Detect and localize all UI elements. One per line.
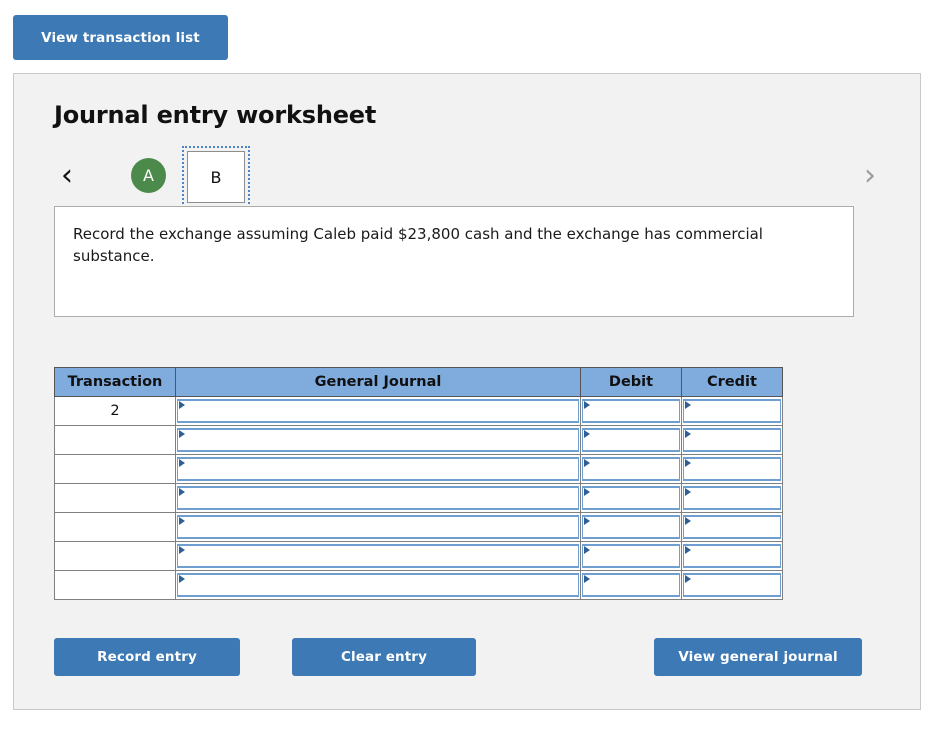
- transaction-number-cell: 2: [54, 396, 176, 426]
- debit-cell: [580, 454, 682, 484]
- transaction-number-cell: [54, 483, 176, 513]
- tab-a[interactable]: A: [131, 158, 166, 193]
- view-general-journal-button[interactable]: View general journal: [654, 638, 862, 676]
- chevron-left-icon[interactable]: ‹: [52, 158, 82, 194]
- debit-input[interactable]: [582, 573, 680, 597]
- general-journal-cell: [175, 425, 581, 455]
- debit-input[interactable]: [582, 486, 680, 510]
- tab-a-label: A: [143, 166, 154, 185]
- tab-b[interactable]: B: [182, 146, 250, 208]
- credit-cell: [681, 454, 783, 484]
- debit-cell: [580, 483, 682, 513]
- view-transaction-list-button[interactable]: View transaction list: [13, 15, 228, 60]
- table-row: [54, 483, 783, 513]
- transaction-number-cell: [54, 425, 176, 455]
- general-journal-input[interactable]: [177, 515, 579, 539]
- page-title: Journal entry worksheet: [54, 101, 377, 129]
- column-header-general-journal: General Journal: [175, 367, 581, 397]
- credit-input[interactable]: [683, 544, 781, 568]
- debit-input[interactable]: [582, 515, 680, 539]
- table-row: [54, 541, 783, 571]
- general-journal-cell: [175, 483, 581, 513]
- debit-input[interactable]: [582, 399, 680, 423]
- debit-cell: [580, 512, 682, 542]
- general-journal-cell: [175, 570, 581, 600]
- credit-cell: [681, 425, 783, 455]
- column-header-credit: Credit: [681, 367, 783, 397]
- journal-entry-panel: Journal entry worksheet ‹ A B › Record t…: [13, 73, 921, 710]
- worksheet-screen: View transaction list Journal entry work…: [0, 0, 936, 738]
- debit-cell: [580, 396, 682, 426]
- general-journal-input[interactable]: [177, 457, 579, 481]
- general-journal-input[interactable]: [177, 544, 579, 568]
- general-journal-cell: [175, 454, 581, 484]
- credit-input[interactable]: [683, 399, 781, 423]
- credit-input[interactable]: [683, 457, 781, 481]
- transaction-number-cell: [54, 454, 176, 484]
- chevron-right-icon[interactable]: ›: [855, 158, 885, 194]
- general-journal-input[interactable]: [177, 486, 579, 510]
- tab-b-label: B: [210, 167, 222, 187]
- credit-cell: [681, 512, 783, 542]
- tab-strip: ‹ A B ›: [52, 146, 885, 208]
- credit-input[interactable]: [683, 486, 781, 510]
- debit-input[interactable]: [582, 428, 680, 452]
- instruction-text: Record the exchange assuming Caleb paid …: [73, 225, 763, 265]
- instruction-box: Record the exchange assuming Caleb paid …: [54, 206, 854, 317]
- general-journal-input[interactable]: [177, 573, 579, 597]
- credit-cell: [681, 570, 783, 600]
- credit-input[interactable]: [683, 428, 781, 452]
- transaction-number-cell: [54, 541, 176, 571]
- credit-input[interactable]: [683, 515, 781, 539]
- table-header-row: Transaction General Journal Debit Credit: [54, 367, 783, 397]
- credit-cell: [681, 541, 783, 571]
- record-entry-button[interactable]: Record entry: [54, 638, 240, 676]
- column-header-transaction: Transaction: [54, 367, 176, 397]
- debit-cell: [580, 541, 682, 571]
- journal-entry-table: Transaction General Journal Debit Credit…: [54, 367, 783, 600]
- column-header-debit: Debit: [580, 367, 682, 397]
- table-row: [54, 425, 783, 455]
- table-row: [54, 454, 783, 484]
- general-journal-input[interactable]: [177, 428, 579, 452]
- clear-entry-button[interactable]: Clear entry: [292, 638, 476, 676]
- credit-cell: [681, 483, 783, 513]
- table-row: [54, 570, 783, 600]
- general-journal-cell: [175, 541, 581, 571]
- tab-b-inner: B: [187, 151, 245, 203]
- table-row: 2: [54, 396, 783, 426]
- credit-input[interactable]: [683, 573, 781, 597]
- debit-cell: [580, 425, 682, 455]
- credit-cell: [681, 396, 783, 426]
- transaction-number-cell: [54, 512, 176, 542]
- transaction-number-cell: [54, 570, 176, 600]
- general-journal-cell: [175, 396, 581, 426]
- general-journal-cell: [175, 512, 581, 542]
- general-journal-input[interactable]: [177, 399, 579, 423]
- table-row: [54, 512, 783, 542]
- debit-input[interactable]: [582, 457, 680, 481]
- debit-input[interactable]: [582, 544, 680, 568]
- debit-cell: [580, 570, 682, 600]
